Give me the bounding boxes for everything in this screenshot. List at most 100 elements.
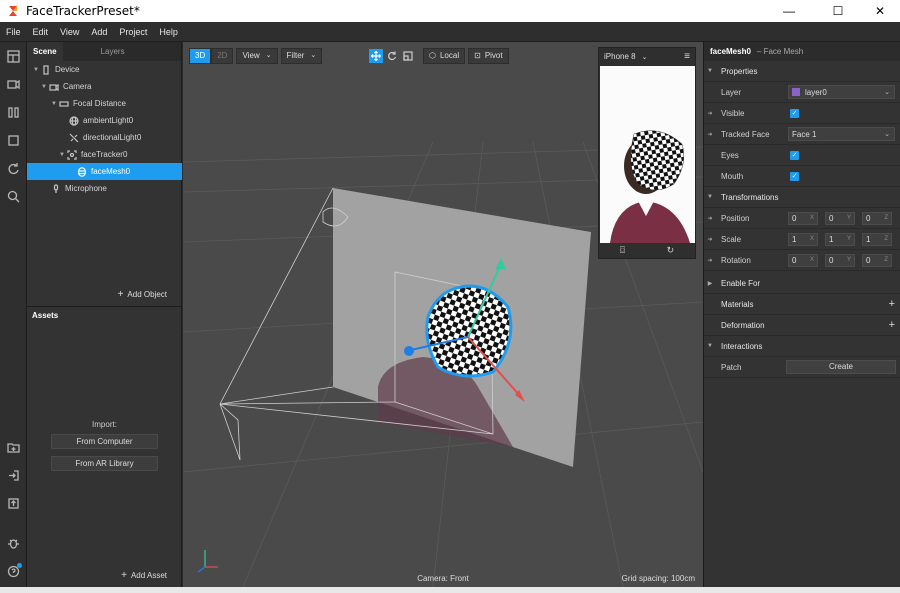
keyframe-arrow-icon[interactable]: ➜ — [704, 110, 716, 117]
create-patch-button[interactable]: Create — [786, 360, 896, 374]
columns-icon[interactable] — [4, 103, 23, 122]
layer-color-swatch — [792, 88, 800, 96]
tree-item-device[interactable]: ▼ Device — [33, 61, 182, 78]
menu-edit[interactable]: Edit — [27, 27, 55, 37]
scale-tool-icon[interactable] — [401, 49, 415, 63]
expand-caret-icon[interactable]: ▼ — [59, 152, 67, 158]
keyframe-arrow-icon[interactable]: ➜ — [704, 236, 716, 243]
from-ar-library-button[interactable]: From AR Library — [51, 456, 158, 471]
grid-spacing-status: Grid spacing: 100cm — [621, 574, 695, 583]
upload-icon[interactable] — [4, 494, 23, 513]
menu-help[interactable]: Help — [153, 27, 184, 37]
device-select[interactable]: iPhone 8 ⌄ — [604, 52, 647, 61]
from-computer-button[interactable]: From Computer — [51, 434, 158, 449]
tracked-face-select[interactable]: Face 1 ⌄ — [788, 127, 895, 141]
move-tool-icon[interactable] — [369, 49, 383, 63]
add-asset-button[interactable]: + Add Asset — [121, 570, 167, 581]
maximize-button[interactable]: ☐ — [816, 0, 860, 22]
import-folder-icon[interactable] — [4, 438, 23, 457]
tree-item-focal-distance[interactable]: ▼ Focal Distance — [51, 95, 182, 112]
interactions-section[interactable]: ▼ Interactions — [704, 336, 900, 357]
assets-title: Assets — [32, 311, 59, 320]
expand-caret-icon[interactable]: ▼ — [51, 101, 59, 107]
tree-item-label: Microphone — [65, 184, 107, 193]
position-row: ➜ Position 0X 0Y 0Z — [704, 208, 900, 229]
rotate-device-icon[interactable]: ↻ — [667, 245, 675, 256]
eyes-checkbox[interactable]: ✓ — [790, 150, 799, 160]
menu-add[interactable]: Add — [85, 27, 113, 37]
menu-view[interactable]: View — [54, 27, 85, 37]
pivot-toggle-button[interactable]: ⊡ Pivot — [468, 48, 509, 64]
scale-z-field[interactable]: 1Z — [862, 232, 892, 246]
axis-indicator — [197, 550, 218, 573]
close-button[interactable]: ✕ — [858, 0, 900, 22]
tree-item-label: faceTracker0 — [81, 150, 128, 159]
hamburger-menu-icon[interactable]: ≡ — [684, 51, 690, 62]
pivot-label: Pivot — [484, 51, 503, 60]
deformation-section[interactable]: Deformation + — [704, 315, 900, 336]
device-simulator[interactable]: iPhone 8 ⌄ ≡ ⌼ ↻ — [598, 47, 696, 259]
rotate-tool-icon[interactable] — [385, 49, 399, 63]
bug-icon[interactable] — [4, 534, 23, 553]
transformations-section[interactable]: ▼ Transformations — [704, 187, 900, 208]
expand-caret-icon[interactable]: ▼ — [33, 67, 41, 73]
tab-layers[interactable]: Layers — [95, 42, 131, 61]
refresh-icon[interactable] — [4, 159, 23, 178]
tracked-face-row: ➜ Tracked Face Face 1 ⌄ — [704, 124, 900, 145]
enable-for-section[interactable]: ▶ Enable For — [704, 273, 900, 294]
scene-viewport[interactable]: 3D 2D View ⌄ Filter ⌄ ⬡ Local ⊡ Pivot iPhone… — [183, 42, 703, 587]
add-object-button[interactable]: + Add Object — [118, 289, 167, 300]
rotation-z-field[interactable]: 0Z — [862, 253, 892, 267]
menu-project[interactable]: Project — [113, 27, 153, 37]
square-icon[interactable] — [4, 131, 23, 150]
menu-file[interactable]: File — [0, 27, 27, 37]
properties-section[interactable]: ▼ Properties — [704, 61, 900, 82]
position-x-field[interactable]: 0X — [788, 211, 818, 225]
scale-z-value: 1 — [866, 234, 871, 244]
materials-section[interactable]: Materials + — [704, 294, 900, 315]
scale-x-field[interactable]: 1X — [788, 232, 818, 246]
tree-item-face-tracker[interactable]: ▼ faceTracker0 — [59, 146, 182, 163]
tree-item-face-mesh[interactable]: faceMesh0 — [27, 163, 182, 180]
add-deformation-icon[interactable]: + — [889, 319, 895, 331]
transformations-label: Transformations — [721, 192, 779, 202]
filter-menu-button[interactable]: Filter ⌄ — [280, 48, 323, 64]
search-icon[interactable] — [4, 187, 23, 206]
tree-item-microphone[interactable]: Microphone — [51, 180, 182, 197]
axis-x-label: X — [809, 235, 814, 242]
screenshot-icon[interactable]: ⌼ — [620, 245, 625, 256]
layout-icon[interactable] — [4, 47, 23, 66]
chevron-down-icon: ⌄ — [884, 89, 890, 96]
chevron-down-icon: ⌄ — [884, 131, 890, 138]
keyframe-arrow-icon[interactable]: ➜ — [704, 131, 716, 138]
keyframe-arrow-icon[interactable]: ➜ — [704, 215, 716, 222]
title-bar: FaceTrackerPreset* — ☐ ✕ — [0, 0, 900, 22]
local-toggle-button[interactable]: ⬡ Local — [423, 48, 466, 64]
help-icon[interactable] — [4, 562, 23, 581]
position-x-value: 0 — [792, 213, 797, 223]
layer-select[interactable]: layer0 ⌄ — [788, 85, 895, 99]
tab-scene[interactable]: Scene — [27, 42, 63, 61]
scale-y-field[interactable]: 1Y — [825, 232, 855, 246]
simulator-screen — [600, 66, 695, 243]
view-menu-button[interactable]: View ⌄ — [236, 48, 278, 64]
keyframe-arrow-icon[interactable]: ➜ — [704, 257, 716, 264]
tree-item-camera[interactable]: ▼ Camera — [41, 78, 182, 95]
expand-caret-icon[interactable]: ▼ — [41, 84, 49, 90]
face-mesh-object[interactable] — [425, 284, 513, 378]
visible-checkbox[interactable]: ✓ — [790, 108, 799, 118]
minimize-button[interactable]: — — [767, 0, 811, 22]
device-name: iPhone 8 — [604, 52, 636, 61]
video-icon[interactable] — [4, 75, 23, 94]
login-icon[interactable] — [4, 466, 23, 485]
add-material-icon[interactable]: + — [889, 298, 895, 310]
position-z-field[interactable]: 0Z — [862, 211, 892, 225]
tree-item-directional-light[interactable]: directionalLight0 — [69, 129, 182, 146]
rotation-x-field[interactable]: 0X — [788, 253, 818, 267]
tree-item-ambient-light[interactable]: ambientLight0 — [69, 112, 182, 129]
rotation-y-field[interactable]: 0Y — [825, 253, 855, 267]
mode-2d-button[interactable]: 2D — [211, 48, 234, 64]
mouth-checkbox[interactable]: ✓ — [790, 171, 799, 181]
mode-3d-button[interactable]: 3D — [189, 48, 212, 64]
position-y-field[interactable]: 0Y — [825, 211, 855, 225]
